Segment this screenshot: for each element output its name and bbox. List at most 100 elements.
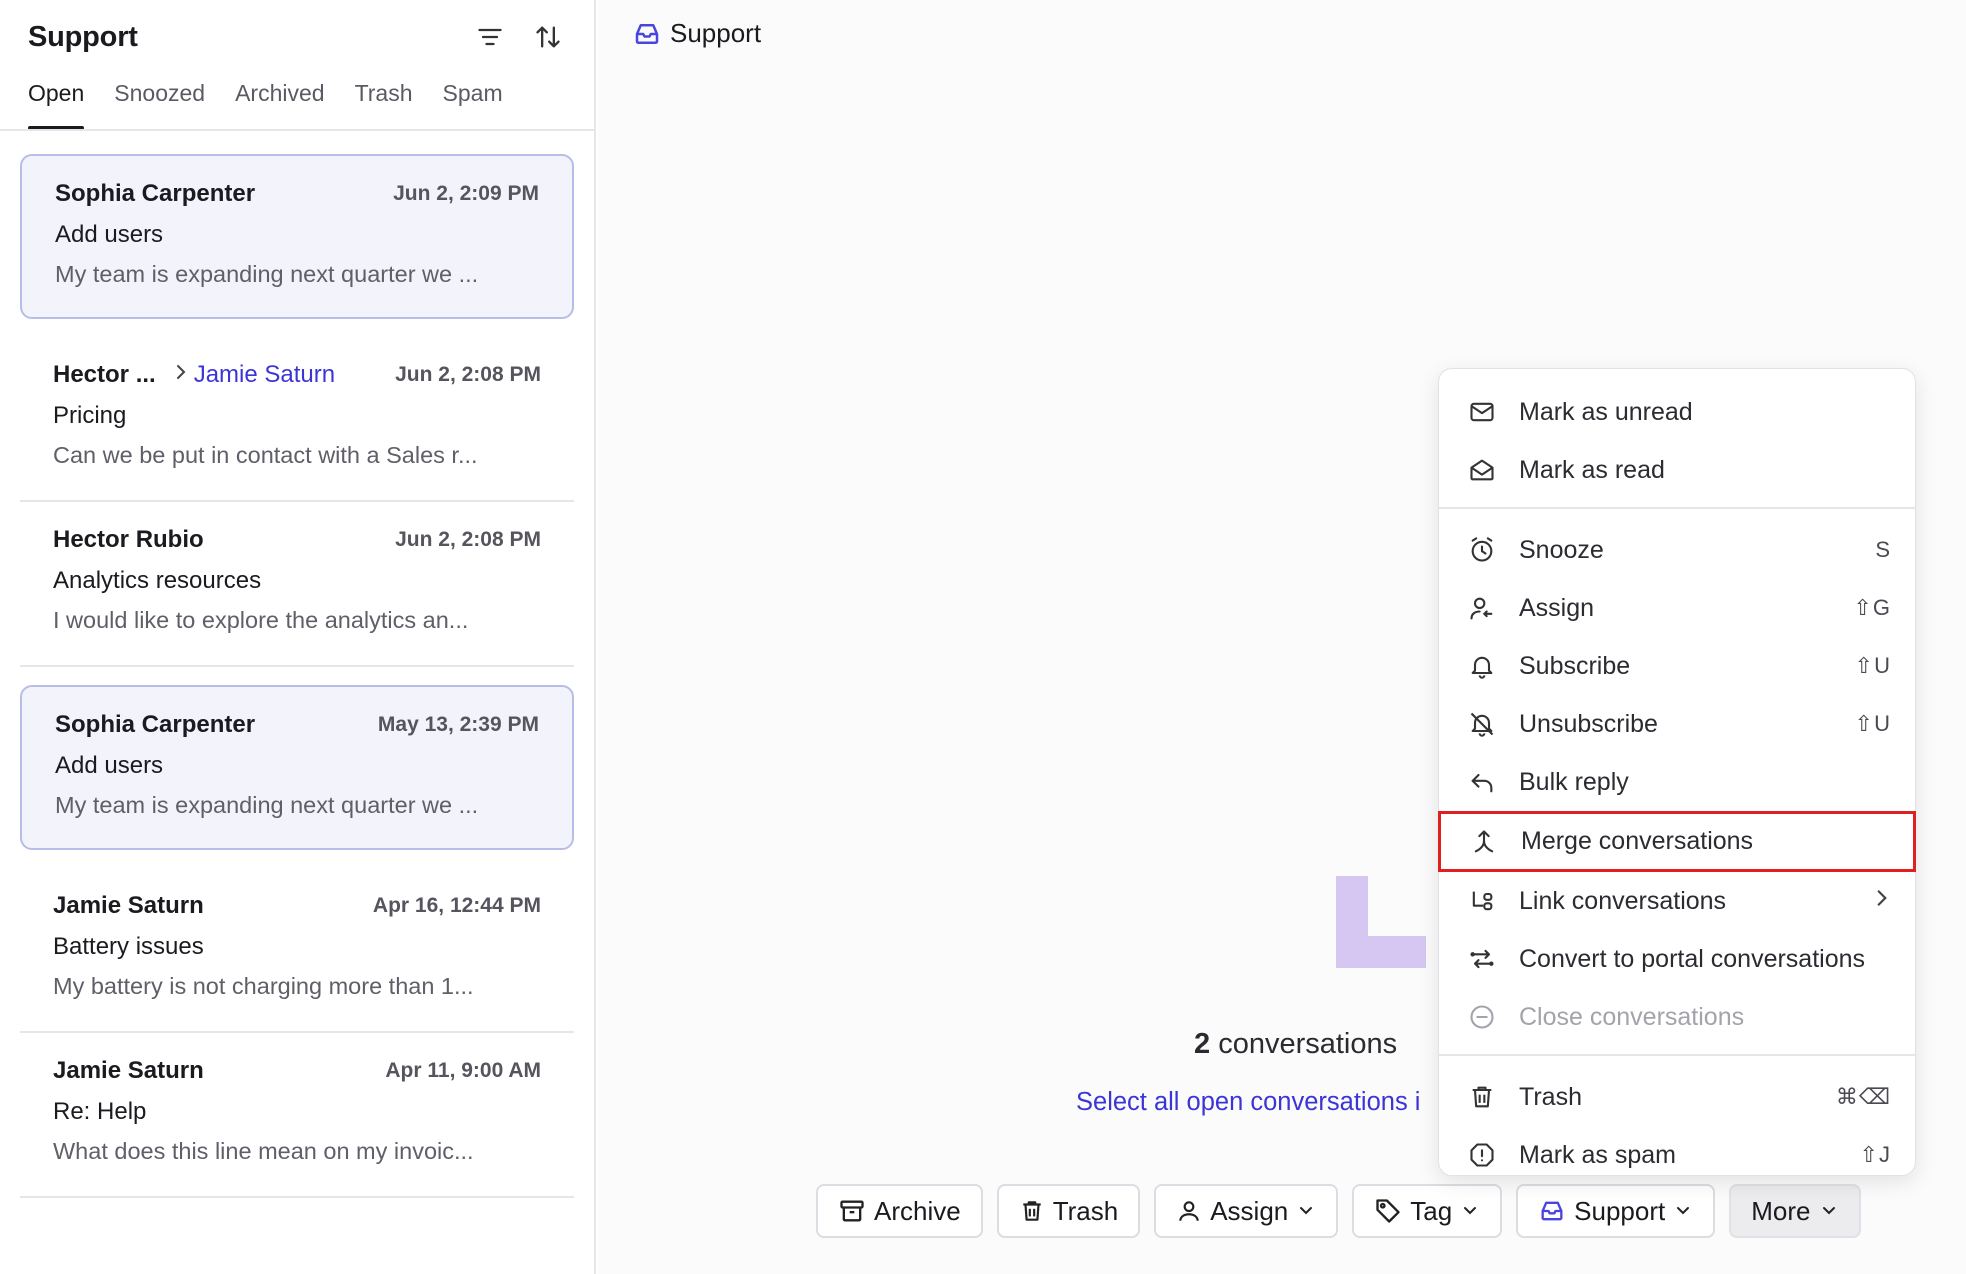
chevron-right-icon xyxy=(174,362,188,388)
menu-item-label: Bulk reply xyxy=(1519,767,1629,796)
shortcut-hint: ⌘⌫ xyxy=(1835,1084,1891,1109)
menu-item-assign[interactable]: Assign ⇧G xyxy=(1439,579,1915,637)
menu-item-label: Snooze xyxy=(1519,535,1604,564)
menu-item-label: Link conversations xyxy=(1519,886,1727,915)
conversation-contact: Sophia Carpenter xyxy=(55,180,256,207)
conversation-date: Jun 2, 2:09 PM xyxy=(393,182,539,205)
conversation-item[interactable]: Sophia Carpenter May 13, 2:39 PM Add use… xyxy=(20,685,574,850)
conversation-item[interactable]: Jamie Saturn Apr 16, 12:44 PM Battery is… xyxy=(20,868,574,1033)
user-assign-icon xyxy=(1465,591,1499,625)
conversation-subject: Add users xyxy=(55,752,164,779)
menu-item-label: Trash xyxy=(1519,1082,1582,1111)
conversation-item[interactable]: Hector Rubio Jun 2, 2:08 PM Analytics re… xyxy=(20,502,574,667)
shortcut-hint: ⇧U xyxy=(1854,711,1891,736)
sidebar-header: Support xyxy=(28,12,566,62)
tabs-divider xyxy=(0,129,594,131)
menu-item-close[interactable]: Close conversations xyxy=(1439,988,1915,1046)
status-tabs: Open Snoozed Archived Trash Spam xyxy=(28,72,503,130)
sidebar-actions xyxy=(472,19,566,55)
assign-button[interactable]: Assign xyxy=(1154,1184,1339,1238)
menu-item-spam[interactable]: Mark as spam ⇧J xyxy=(1439,1126,1915,1184)
conversation-preview: Can we be put in contact with a Sales r.… xyxy=(53,442,478,468)
menu-item-convert[interactable]: Convert to portal conversations xyxy=(1439,930,1915,988)
tab-archived[interactable]: Archived xyxy=(235,72,324,130)
select-all-link[interactable]: Select all open conversations i xyxy=(1076,1088,1438,1117)
menu-item-label: Convert to portal conversations xyxy=(1519,944,1866,973)
conversation-sidebar: Support Open Snoozed Archived Trash Spam… xyxy=(0,0,596,1274)
conversation-item[interactable]: Jamie Saturn Apr 11, 9:00 AM Re: Help Wh… xyxy=(20,1033,574,1198)
trash-button[interactable]: Trash xyxy=(996,1184,1141,1238)
menu-item-merge[interactable]: Merge conversations xyxy=(1438,811,1916,872)
tab-trash[interactable]: Trash xyxy=(355,72,413,130)
menu-item-mark-read[interactable]: Mark as read xyxy=(1439,441,1915,499)
conversation-contact: Sophia Carpenter xyxy=(55,711,256,738)
main-header: Support xyxy=(632,18,761,49)
trash-icon xyxy=(1023,1201,1041,1221)
menu-item-label: Merge conversations xyxy=(1521,827,1754,855)
conversation-item[interactable]: Hector ... Jamie Saturn Jun 2, 2:08 PM P… xyxy=(20,337,574,502)
conversation-subject: Add users xyxy=(55,221,164,248)
menu-item-mark-unread[interactable]: Mark as unread xyxy=(1439,383,1915,441)
conversation-contact: Hector Rubio xyxy=(53,526,204,553)
archive-icon xyxy=(840,1200,864,1222)
conversation-subject: Battery issues xyxy=(53,933,204,960)
conversation-subject: Re: Help xyxy=(53,1098,147,1125)
selection-count-number: 2 xyxy=(1194,1028,1211,1060)
archive-button[interactable]: Archive xyxy=(816,1184,983,1238)
inbox-select-button[interactable]: Support xyxy=(1516,1184,1716,1238)
tag-icon xyxy=(1376,1199,1400,1223)
more-actions-menu: Mark as unread Mark as read Snooze S Ass… xyxy=(1438,368,1916,1176)
tab-spam[interactable]: Spam xyxy=(443,72,503,130)
menu-item-snooze[interactable]: Snooze S xyxy=(1439,521,1915,579)
conversation-list: Sophia Carpenter Jun 2, 2:09 PM Add user… xyxy=(20,154,574,1198)
merge-icon xyxy=(1467,825,1501,859)
trash-icon xyxy=(1465,1080,1499,1114)
conversation-preview: My team is expanding next quarter we ... xyxy=(55,261,479,287)
menu-item-label: Mark as read xyxy=(1519,455,1665,484)
menu-item-bulk-reply[interactable]: Bulk reply xyxy=(1439,753,1915,811)
chevron-right-icon xyxy=(1873,887,1891,915)
chevron-down-icon xyxy=(1464,1207,1477,1215)
conversation-item[interactable]: Sophia Carpenter Jun 2, 2:09 PM Add user… xyxy=(20,154,574,319)
mail-open-icon xyxy=(1465,453,1499,487)
selection-count-text: conversations se xyxy=(1218,1028,1404,1060)
menu-item-label: Mark as spam xyxy=(1519,1140,1676,1169)
menu-item-subscribe[interactable]: Subscribe ⇧U xyxy=(1439,637,1915,695)
sort-icon xyxy=(536,26,560,48)
menu-item-label: Unsubscribe xyxy=(1519,709,1658,738)
bell-off-icon xyxy=(1465,707,1499,741)
sort-button[interactable] xyxy=(530,19,566,55)
menu-item-link[interactable]: Link conversations xyxy=(1439,872,1915,930)
trash-label: Trash xyxy=(1052,1195,1119,1226)
menu-item-trash[interactable]: Trash ⌘⌫ xyxy=(1439,1068,1915,1126)
more-button[interactable]: More xyxy=(1729,1184,1861,1238)
conversation-date: Apr 16, 12:44 PM xyxy=(372,894,541,917)
menu-item-unsubscribe[interactable]: Unsubscribe ⇧U xyxy=(1439,695,1915,753)
menu-divider xyxy=(1439,507,1915,509)
conversation-preview: My team is expanding next quarter we ... xyxy=(55,792,479,818)
bulk-action-toolbar: Archive Trash Assign Tag Support More xyxy=(816,1184,1861,1238)
conversation-contact: Jamie Saturn xyxy=(53,1057,204,1084)
tab-open[interactable]: Open xyxy=(28,72,85,130)
menu-item-label: Subscribe xyxy=(1519,651,1631,680)
mail-icon xyxy=(1465,395,1499,429)
menu-divider xyxy=(1439,1054,1915,1056)
tag-button[interactable]: Tag xyxy=(1352,1184,1503,1238)
alarm-clock-icon xyxy=(1465,533,1499,567)
alert-octagon-icon xyxy=(1465,1138,1499,1172)
conversation-date: Apr 11, 9:00 AM xyxy=(385,1059,541,1082)
assign-label: Assign xyxy=(1210,1195,1289,1226)
selection-count: 2 conversations se xyxy=(1194,1028,1404,1061)
more-label: More xyxy=(1751,1195,1811,1226)
filter-button[interactable] xyxy=(472,19,508,55)
conversation-preview: What does this line mean on my invoic... xyxy=(53,1138,474,1164)
shortcut-hint: ⇧U xyxy=(1854,653,1891,678)
conversation-contact: Jamie Saturn xyxy=(53,892,204,919)
chevron-down-icon xyxy=(1677,1207,1690,1215)
empty-state-illustration xyxy=(1336,876,1426,968)
tab-snoozed[interactable]: Snoozed xyxy=(114,72,205,130)
conversation-subject: Pricing xyxy=(53,402,127,429)
inbox-title: Support xyxy=(28,20,138,53)
menu-item-label: Assign xyxy=(1519,593,1595,622)
inbox-icon xyxy=(635,23,659,44)
